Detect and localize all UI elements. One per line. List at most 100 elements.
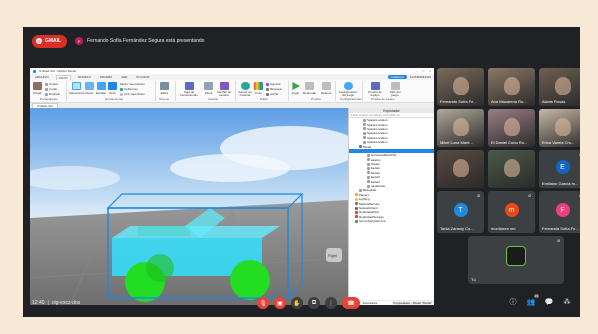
activities-button[interactable]: ⁂	[562, 297, 572, 307]
move-button[interactable]: Mover	[85, 82, 94, 95]
car-wheel	[146, 254, 174, 282]
camera-off-button[interactable]: ▣	[274, 297, 286, 309]
anchor-button[interactable]: Anclar	[266, 92, 282, 96]
top-bar: ✉ GMAIL F Fernando Sofía Fernández Segur…	[23, 27, 580, 55]
menu-right-area: Colaborar Fer8459044413	[387, 75, 434, 79]
minimize-icon[interactable]: –	[416, 69, 418, 73]
resume-button[interactable]: Reanudar	[303, 82, 316, 95]
participant-tile[interactable]	[437, 150, 484, 188]
participant-tile[interactable]: m ⊘ monitoreo rec	[488, 191, 535, 233]
info-button[interactable]: ⓘ	[508, 297, 518, 307]
explorer-node-icon	[355, 202, 358, 206]
present-button[interactable]: ⧉	[308, 297, 320, 309]
explorer-node-icon	[363, 118, 366, 122]
test-group-label: Prueba	[311, 97, 321, 101]
participant-tile[interactable]: F ⊘ Fernanda Sofía Fe...	[539, 191, 580, 233]
explorer-node-label: SpawnLocation	[367, 131, 388, 136]
window-controls: – □ ×	[416, 69, 434, 73]
color-button[interactable]: Color	[254, 82, 263, 95]
clipboard-small-buttons: Copiar Cortar Duplicar	[45, 82, 60, 96]
end-call-button[interactable]: ☎	[342, 297, 360, 309]
play-button[interactable]: Jugar	[291, 82, 300, 95]
material-manager-button[interactable]: Gestor de material	[238, 82, 252, 97]
stop-icon	[321, 82, 331, 90]
participant-tile[interactable]: ⊘ Tú	[468, 236, 564, 284]
stop-button[interactable]: Detener	[321, 82, 332, 95]
join-surfaces-toggle[interactable]: Unir superficies	[120, 92, 145, 96]
menu-tab-inicio[interactable]: INICIO	[55, 74, 71, 80]
participant-name: Erica Varela Cru...	[542, 140, 575, 145]
gmail-chip[interactable]: ✉ GMAIL	[32, 34, 68, 48]
chat-button[interactable]: 💬	[544, 297, 554, 307]
menu-tab-plugins[interactable]: PLUGINS	[134, 75, 151, 79]
group-icon	[266, 82, 269, 86]
menu-tab-archivo[interactable]: ARCHIVO	[33, 75, 51, 79]
ui-button[interactable]: Interfaz de usuario	[216, 82, 232, 97]
meet-window: ✉ GMAIL F Fernando Sofía Fernández Segur…	[23, 27, 580, 317]
participant-video	[503, 159, 520, 177]
people-button[interactable]: 👥 15	[526, 294, 539, 307]
participant-tile[interactable]: Alanis Rosas	[539, 68, 580, 106]
explorer-node-icon	[363, 140, 366, 144]
menu-tab-modelo[interactable]: MODELO	[76, 75, 93, 79]
menu-tab-prueba[interactable]: PRUEBA	[98, 75, 114, 79]
collisions-toggle[interactable]: Colisiones	[120, 87, 145, 91]
call-controls: 🎙 ▣ ✋ ⧉ ⋮ ☎	[257, 297, 360, 309]
leave-game-button[interactable]: Salir del juego	[388, 82, 402, 97]
participant-name: Ana Macarena Ro...	[491, 99, 527, 104]
duplicate-icon	[45, 92, 48, 96]
collaborate-button[interactable]: Colaborar	[387, 75, 407, 79]
lock-button[interactable]: Bloquear	[266, 87, 282, 91]
participant-tile[interactable]: Ana Macarena Ro...	[488, 68, 535, 106]
mic-muted-icon: ⊘	[579, 194, 580, 198]
team-test-icon	[370, 82, 380, 90]
ui-icon	[219, 82, 229, 90]
3d-viewport[interactable]: Right	[30, 108, 348, 305]
participant-tile[interactable]: Erica Varela Cru...	[539, 109, 580, 147]
explorer-node[interactable]: ServerScriptService	[349, 219, 434, 223]
mode-dropdown[interactable]: Modo: Geométrico	[120, 82, 145, 86]
select-button[interactable]: Seleccionar	[69, 82, 85, 95]
rotate-button[interactable]: Girar	[108, 82, 117, 95]
menu-tab-ver[interactable]: VER	[119, 75, 129, 79]
meeting-code: oig-excz-dos	[51, 300, 81, 306]
toolbox-button[interactable]: Caja de herramientas	[179, 82, 199, 97]
game-settings-button[interactable]: Configuración del juego	[338, 82, 358, 97]
participant-name: Tania Zaraoly Co...	[440, 226, 474, 231]
maximize-icon[interactable]: □	[422, 69, 424, 73]
scale-button[interactable]: Escalar	[96, 82, 106, 95]
paste-button[interactable]: Pegar	[33, 82, 42, 95]
participant-tile[interactable]: Mikel Luna Marti...	[437, 109, 484, 147]
raise-hand-button[interactable]: ✋	[291, 297, 303, 309]
group-button[interactable]: Agrupar	[266, 82, 282, 86]
team-test-button[interactable]: Prueba de equipo	[366, 82, 384, 97]
rotate-icon	[108, 82, 117, 90]
participant-tile[interactable]: El Daniel Cuba Ro...	[488, 109, 535, 147]
part-button[interactable]: Pieza	[204, 82, 213, 95]
edit-group-label: Editar	[260, 97, 268, 101]
material-icon	[240, 82, 250, 90]
explorer-node-label: HumanoidRootPart	[371, 153, 397, 158]
user-name[interactable]: Fer8459044413	[410, 75, 431, 79]
paste-icon	[33, 82, 42, 90]
explorer-node-label: ServerScriptService	[359, 219, 386, 224]
close-icon[interactable]: ×	[429, 69, 431, 73]
participant-video	[503, 118, 520, 136]
explorer-node-icon	[363, 123, 366, 127]
terrain-group-label: Terreno	[159, 97, 170, 101]
explorer-node-label: SpawnLocation	[367, 135, 388, 140]
copy-button[interactable]: Copiar	[45, 82, 60, 86]
people-icon: 👥	[526, 299, 536, 306]
duplicate-button[interactable]: Duplicar	[45, 92, 60, 96]
cut-button[interactable]: Cortar	[45, 87, 60, 91]
participant-tile[interactable]: E ⊘ Emiliano García m...	[539, 150, 580, 188]
explorer-node-label: Lighting	[359, 197, 370, 202]
more-options-button[interactable]: ⋮	[325, 297, 337, 309]
participant-tile[interactable]	[488, 150, 535, 188]
mic-off-button[interactable]: 🎙	[257, 297, 269, 309]
participant-tile[interactable]: Fernando Sofía Fe...	[437, 68, 484, 106]
participant-tile[interactable]: T ⊘ Tania Zaraoly Co...	[437, 191, 484, 233]
explorer-node-icon	[355, 197, 358, 201]
terrain-editor-button[interactable]: Editor	[160, 82, 169, 95]
settings-group-label: Configuraciones	[340, 97, 362, 101]
